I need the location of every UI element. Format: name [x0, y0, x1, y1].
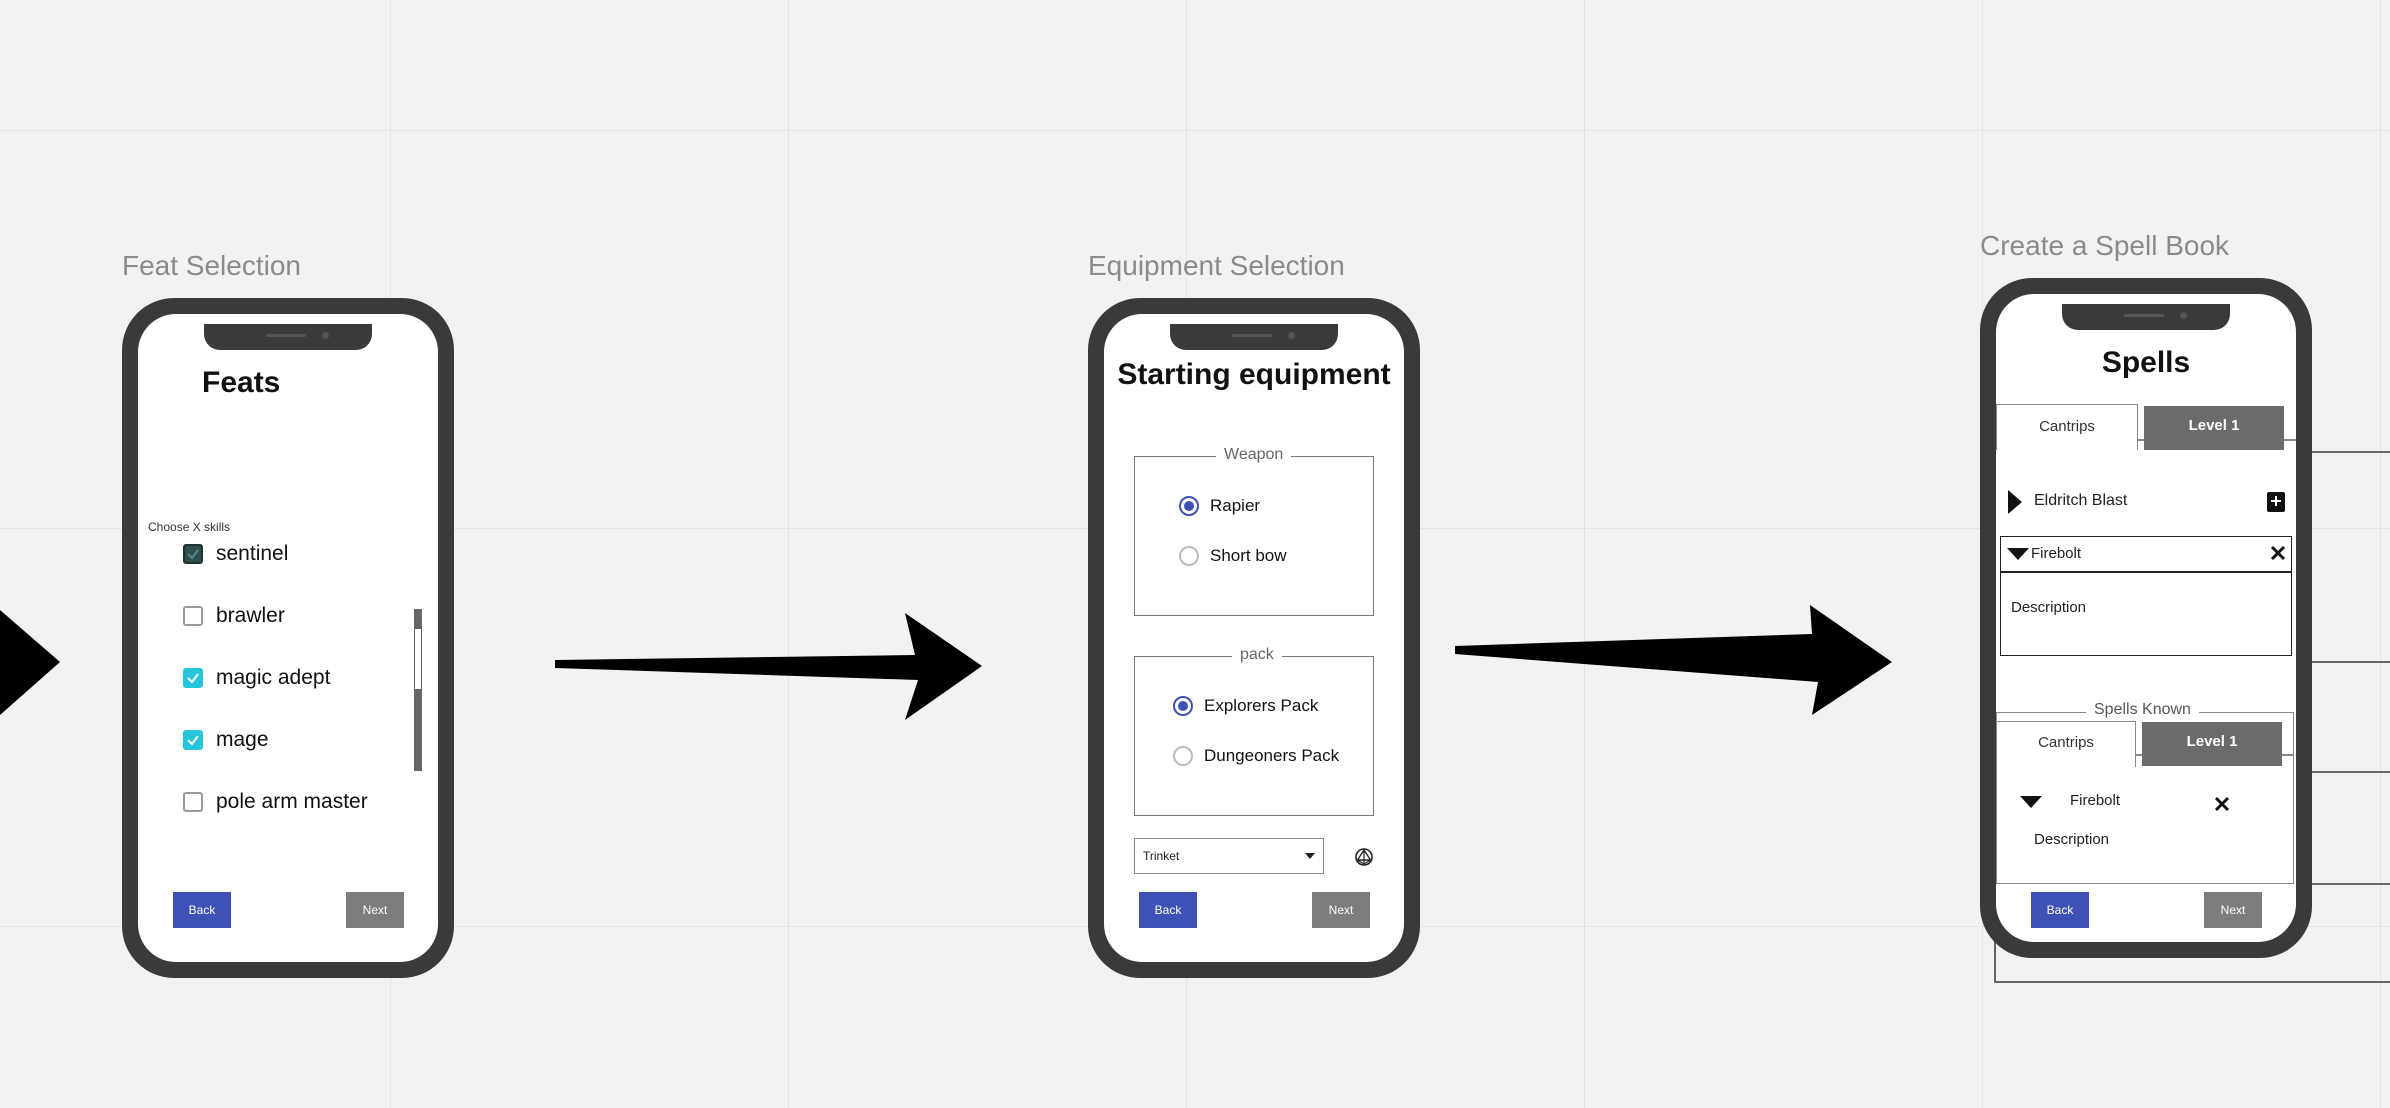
feat-label[interactable]: pole arm master — [216, 790, 368, 814]
play-icon[interactable] — [2008, 490, 2022, 514]
equipment-screen: Starting equipment Weapon Rapier Short b… — [1104, 314, 1404, 962]
explorers-pack-radio[interactable] — [1173, 696, 1193, 716]
weapon-legend: Weapon — [1216, 446, 1292, 464]
back-button[interactable]: Back — [2031, 892, 2089, 928]
trinket-select[interactable]: Trinket — [1134, 838, 1324, 874]
trinket-select-value: Trinket — [1143, 849, 1180, 863]
feat-label[interactable]: sentinel — [216, 542, 288, 566]
feat-checkbox[interactable] — [183, 730, 203, 750]
phone-feat: Feats Choose X skills sentinel brawler mag… — [122, 298, 454, 978]
frame-title-feat: Feat Selection — [122, 250, 301, 281]
arrow-icon — [1455, 605, 1892, 715]
phone-notch — [204, 324, 372, 350]
next-button[interactable]: Next — [1312, 892, 1370, 928]
page-title: Spells — [2101, 346, 2191, 379]
frame-title-equipment: Equipment Selection — [1088, 250, 1345, 281]
rapier-label[interactable]: Rapier — [1210, 496, 1260, 516]
phone-notch — [1170, 324, 1338, 350]
arrow-icon — [555, 613, 982, 720]
spells-known-legend: Spells Known — [2086, 701, 2199, 719]
connector-line — [1994, 940, 1996, 982]
back-button[interactable]: Back — [1139, 892, 1197, 928]
dice-icon[interactable] — [1354, 847, 1374, 867]
feat-label[interactable]: magic adept — [216, 666, 330, 690]
tab-level-1-known[interactable]: Level 1 — [2142, 722, 2282, 766]
page-title: Starting equipment — [1117, 358, 1391, 391]
add-book-icon[interactable] — [2266, 491, 2286, 513]
phone-equipment: Starting equipment Weapon Rapier Short b… — [1088, 298, 1420, 978]
spell-description-box: Description — [2000, 572, 2292, 656]
weapon-radio-group — [1134, 456, 1374, 616]
chevron-down-icon[interactable] — [2007, 548, 2029, 560]
scrollbar-thumb[interactable] — [415, 629, 421, 689]
tab-level-1[interactable]: Level 1 — [2144, 406, 2284, 450]
frame-title-spellbook: Create a Spell Book — [1980, 230, 2230, 261]
feat-label[interactable]: mage — [216, 728, 269, 752]
spell-name: Firebolt — [2070, 792, 2121, 809]
short-bow-label[interactable]: Short bow — [1210, 546, 1287, 566]
next-button[interactable]: Next — [2204, 892, 2262, 928]
feat-screen: Feats Choose X skills sentinel brawler mag… — [138, 314, 438, 962]
feat-checkbox[interactable] — [183, 668, 203, 688]
dungeoners-pack-radio[interactable] — [1173, 746, 1193, 766]
chevron-down-icon[interactable] — [2020, 796, 2042, 808]
feat-checkbox[interactable] — [183, 792, 203, 812]
feat-checkbox[interactable] — [183, 544, 203, 564]
phone-spells: Spells Cantrips Level 1 Eldritch Blast F… — [1980, 278, 2312, 958]
tab-cantrips-known[interactable]: Cantrips — [1996, 721, 2136, 767]
arrow-icon — [0, 610, 60, 715]
check-icon — [187, 549, 199, 560]
feat-label[interactable]: brawler — [216, 604, 285, 628]
close-icon[interactable] — [2214, 796, 2230, 812]
spell-row-expanded[interactable]: Firebolt — [2000, 536, 2292, 572]
check-icon — [187, 735, 199, 746]
check-icon — [187, 673, 199, 684]
spell-name[interactable]: Eldritch Blast — [2034, 492, 2127, 510]
spells-screen: Spells Cantrips Level 1 Eldritch Blast F… — [1996, 294, 2296, 942]
spell-name: Firebolt — [2031, 545, 2082, 562]
short-bow-radio[interactable] — [1179, 546, 1199, 566]
chevron-down-icon — [1305, 853, 1315, 859]
close-icon[interactable] — [2269, 544, 2287, 562]
feat-option-list: sentinel brawler magic adept mage pole arm m… — [138, 314, 438, 962]
feat-checkbox[interactable] — [183, 606, 203, 626]
next-button[interactable]: Next — [346, 892, 404, 928]
spell-description: Description — [2011, 599, 2087, 616]
pack-radio-group — [1134, 656, 1374, 816]
explorers-pack-label[interactable]: Explorers Pack — [1204, 696, 1318, 716]
back-button[interactable]: Back — [173, 892, 231, 928]
connector-line — [1994, 981, 2390, 983]
rapier-radio[interactable] — [1179, 496, 1199, 516]
pack-legend: pack — [1232, 646, 1282, 664]
dungeoners-pack-label[interactable]: Dungeoners Pack — [1204, 746, 1339, 766]
scrollbar[interactable] — [414, 609, 422, 771]
phone-notch — [2062, 304, 2230, 330]
spell-description: Description — [2034, 831, 2110, 848]
tab-cantrips[interactable]: Cantrips — [1996, 404, 2138, 450]
